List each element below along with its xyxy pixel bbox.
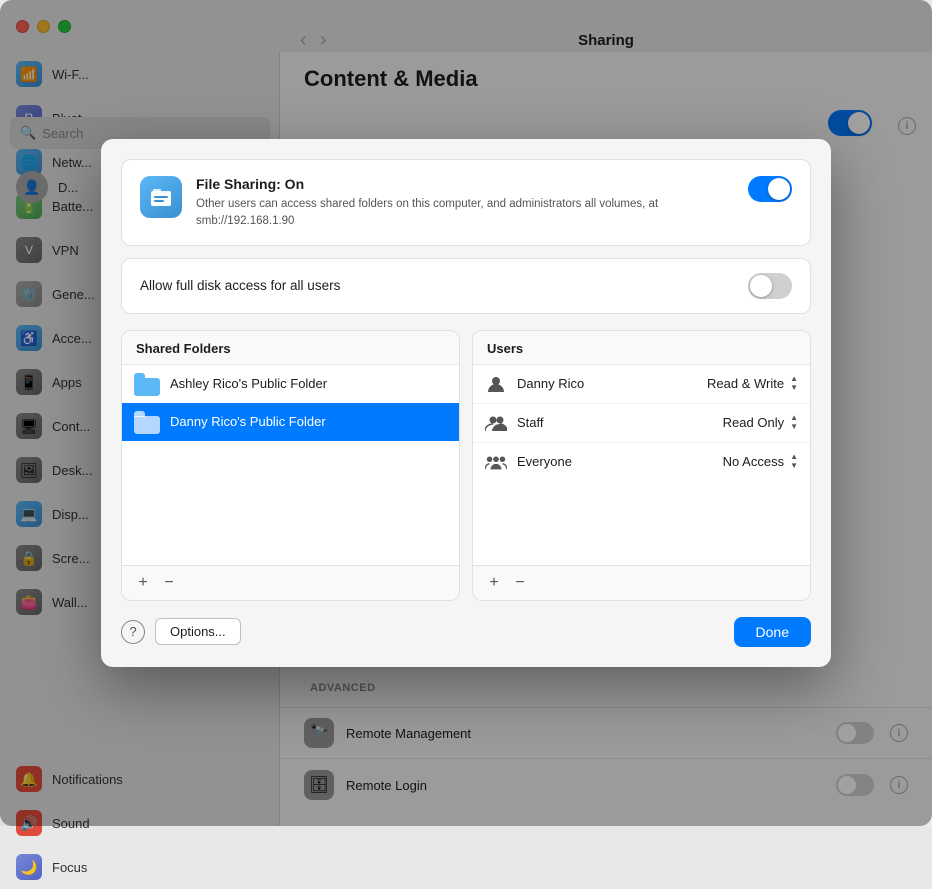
stepper-down-staff[interactable]: ▼: [790, 423, 798, 431]
shared-folder-item-ashley[interactable]: Ashley Rico's Public Folder: [122, 365, 459, 403]
stepper-down-danny[interactable]: ▼: [790, 384, 798, 392]
stepper-down-everyone[interactable]: ▼: [790, 462, 798, 470]
file-sharing-section: File Sharing: On Other users can access …: [121, 159, 811, 245]
user-permission-stepper-everyone[interactable]: ▲ ▼: [790, 453, 798, 470]
shared-folders-toolbar: + −: [122, 565, 459, 600]
users-header: Users: [473, 331, 810, 365]
file-sharing-description: Other users can access shared folders on…: [196, 196, 696, 228]
full-disk-access-label: Allow full disk access for all users: [140, 278, 340, 293]
panels-row: Shared Folders Ashley Rico's Public Fold…: [121, 330, 811, 601]
users-remove-btn[interactable]: −: [509, 572, 531, 594]
user-name-staff: Staff: [517, 415, 723, 430]
user-name-everyone: Everyone: [517, 454, 723, 469]
stepper-up-everyone[interactable]: ▲: [790, 453, 798, 461]
help-button[interactable]: ?: [121, 620, 145, 644]
sharing-dialog: File Sharing: On Other users can access …: [101, 139, 831, 666]
shared-folder-label-ashley: Ashley Rico's Public Folder: [170, 376, 327, 391]
user-permission-stepper-danny[interactable]: ▲ ▼: [790, 375, 798, 392]
user-name-danny: Danny Rico: [517, 376, 707, 391]
users-toolbar: + −: [473, 565, 810, 600]
stepper-up-danny[interactable]: ▲: [790, 375, 798, 383]
focus-label: Focus: [52, 860, 87, 875]
user-item-danny[interactable]: Danny Rico Read & Write ▲ ▼: [473, 365, 810, 404]
shared-folders-header: Shared Folders: [122, 331, 459, 365]
focus-icon: 🌙: [16, 854, 42, 880]
folder-icon-ashley: [134, 373, 160, 395]
user-single-icon: [485, 373, 507, 395]
shared-folder-label-danny: Danny Rico's Public Folder: [170, 414, 326, 429]
users-panel: Users Danny Rico Read & Write: [472, 330, 811, 601]
user-double-icon: [485, 412, 507, 434]
users-list: Danny Rico Read & Write ▲ ▼: [473, 365, 810, 565]
file-sharing-text: File Sharing: On Other users can access …: [196, 176, 696, 228]
user-permission-staff: Read Only: [723, 415, 784, 430]
users-add-btn[interactable]: +: [483, 572, 505, 594]
done-button[interactable]: Done: [734, 617, 811, 647]
shared-folders-add-btn[interactable]: +: [132, 572, 154, 594]
folder-icon-danny: [134, 411, 160, 433]
shared-folders-remove-btn[interactable]: −: [158, 572, 180, 594]
shared-folders-panel: Shared Folders Ashley Rico's Public Fold…: [121, 330, 460, 601]
shared-folder-item-danny[interactable]: Danny Rico's Public Folder: [122, 403, 459, 441]
user-permission-stepper-staff[interactable]: ▲ ▼: [790, 414, 798, 431]
file-sharing-icon: [140, 176, 182, 218]
file-sharing-left: File Sharing: On Other users can access …: [140, 176, 696, 228]
user-permission-everyone: No Access: [723, 454, 784, 469]
stepper-up-staff[interactable]: ▲: [790, 414, 798, 422]
user-permission-danny: Read & Write: [707, 376, 784, 391]
user-triple-icon: [485, 451, 507, 473]
sidebar-item-focus[interactable]: 🌙 Focus: [0, 845, 280, 889]
shared-folders-list: Ashley Rico's Public Folder Danny Rico's…: [122, 365, 459, 565]
options-button[interactable]: Options...: [155, 618, 241, 645]
full-disk-access-row: Allow full disk access for all users: [121, 258, 811, 314]
modal-footer: ? Options... Done: [121, 617, 811, 647]
full-disk-access-toggle[interactable]: [748, 273, 792, 299]
file-sharing-toggle[interactable]: [748, 176, 792, 202]
modal-overlay: File Sharing: On Other users can access …: [0, 0, 932, 826]
user-item-staff[interactable]: Staff Read Only ▲ ▼: [473, 404, 810, 443]
footer-left: ? Options...: [121, 618, 241, 645]
user-item-everyone[interactable]: Everyone No Access ▲ ▼: [473, 443, 810, 481]
file-sharing-title: File Sharing: On: [196, 176, 696, 192]
